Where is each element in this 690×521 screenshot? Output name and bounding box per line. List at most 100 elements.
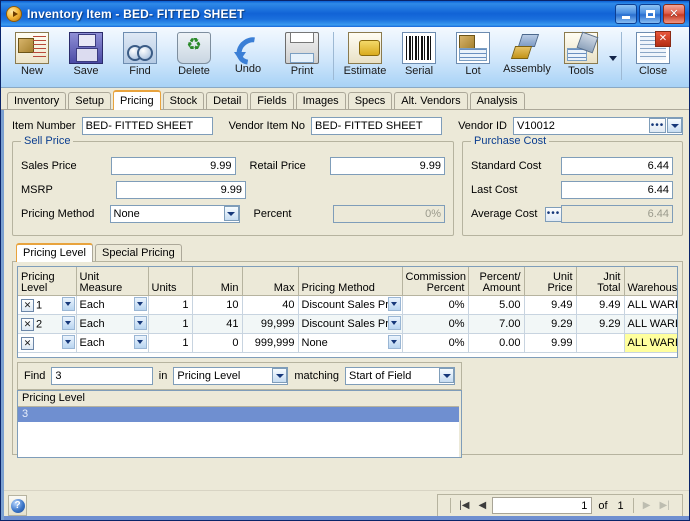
table-row[interactable]: ✕ 1 Each 1 10 40 Discount Sales Pric 0% … — [18, 295, 677, 315]
toolbar-button-tools[interactable]: Tools — [554, 29, 608, 77]
tools-dropdown-arrow-icon[interactable] — [609, 55, 617, 61]
cell-unit-price[interactable]: 9.49 — [524, 295, 577, 315]
last-record-button[interactable]: ▶| — [657, 498, 673, 513]
vendor-id-combo[interactable]: V10012 ••• — [513, 117, 683, 135]
cell-pricing-level[interactable]: ✕ 1 — [18, 295, 77, 315]
cell-unit-total[interactable]: 9.29 — [576, 314, 625, 334]
cell-percent-amount[interactable]: 7.00 — [468, 314, 525, 334]
pricing-level-grid[interactable]: Pricing Level Unit Measure Units Min Max… — [17, 266, 678, 358]
chevron-down-icon[interactable] — [387, 297, 401, 311]
cell-commission-percent[interactable]: 0% — [402, 295, 469, 315]
last-cost-input[interactable]: 6.44 — [561, 181, 673, 199]
toolbar-button-delete[interactable]: Delete — [167, 29, 221, 77]
cell-pricing-level[interactable]: ✕ 2 — [18, 314, 77, 334]
item-number-input[interactable]: BED- FITTED SHEET — [81, 117, 213, 135]
tab-pricing[interactable]: Pricing — [113, 90, 161, 110]
tab-specs[interactable]: Specs — [347, 92, 393, 109]
col-pricing-method[interactable]: Pricing Method — [298, 267, 403, 296]
cell-pricing-method[interactable]: Discount Sales Pric — [298, 314, 403, 334]
chevron-down-icon[interactable] — [387, 316, 401, 330]
toolbar-button-estimate[interactable]: Estimate — [338, 29, 392, 77]
cell-warehouse-active[interactable]: ALL WARE — [624, 333, 677, 353]
col-unit-price[interactable]: Unit Price — [524, 267, 577, 296]
tab-fields[interactable]: Fields — [250, 92, 294, 109]
find-field-combo[interactable]: Pricing Level — [173, 367, 289, 385]
msrp-input[interactable]: 9.99 — [116, 181, 246, 199]
cell-pricing-method[interactable]: None — [298, 333, 403, 353]
col-units[interactable]: Units — [148, 267, 193, 296]
cell-warehouse[interactable]: ALL WARE — [624, 295, 677, 315]
toolbar-button-find[interactable]: Find — [113, 29, 167, 77]
delete-row-button[interactable]: ✕ — [21, 317, 34, 331]
find-match-combo[interactable]: Start of Field — [345, 367, 455, 385]
cell-units[interactable]: 1 — [148, 295, 193, 315]
record-number-input[interactable]: 1 — [492, 497, 593, 514]
chevron-down-icon[interactable] — [133, 316, 147, 330]
toolbar-button-undo[interactable]: Undo — [221, 29, 275, 75]
cell-unit-measure[interactable]: Each — [76, 314, 149, 334]
vendor-item-no-input[interactable]: BED- FITTED SHEET — [311, 117, 443, 135]
cell-unit-price[interactable]: 9.99 — [524, 333, 577, 353]
col-min[interactable]: Min — [192, 267, 243, 296]
cell-pricing-level[interactable]: ✕ — [18, 333, 77, 353]
close-button[interactable]: ✕ — [663, 4, 685, 24]
chevron-down-icon[interactable] — [133, 335, 147, 349]
cell-unit-price[interactable]: 9.29 — [524, 314, 577, 334]
tab-inventory[interactable]: Inventory — [7, 92, 67, 109]
cell-unit-measure[interactable]: Each — [76, 295, 149, 315]
col-percent-amount[interactable]: Percent/ Amount — [468, 267, 525, 296]
chevron-down-icon[interactable] — [61, 316, 75, 330]
cell-percent-amount[interactable]: 5.00 — [468, 295, 525, 315]
table-row[interactable]: ✕ Each 1 0 999,999 None 0% 0.00 9.99 ALL… — [18, 333, 677, 353]
cell-min[interactable]: 41 — [192, 314, 243, 334]
help-question-icon[interactable]: ? — [8, 495, 27, 516]
retail-price-input[interactable]: 9.99 — [330, 157, 445, 175]
standard-cost-input[interactable]: 6.44 — [561, 157, 673, 175]
cell-max[interactable]: 999,999 — [242, 333, 299, 353]
cell-max[interactable]: 99,999 — [242, 314, 299, 334]
pricing-method-combo[interactable]: None — [109, 205, 240, 223]
chevron-down-icon[interactable] — [61, 297, 75, 311]
cell-commission-percent[interactable]: 0% — [402, 314, 469, 334]
find-input[interactable]: 3 — [51, 367, 153, 385]
find-field-value[interactable]: Pricing Level — [173, 367, 289, 385]
find-results-dropdown[interactable]: Pricing Level 3 — [17, 390, 462, 458]
col-warehouse[interactable]: Warehouse — [624, 267, 677, 296]
toolbar-button-new[interactable]: New — [5, 29, 59, 77]
sub-tab-special-pricing[interactable]: Special Pricing — [94, 244, 182, 261]
chevron-down-icon[interactable] — [61, 335, 75, 349]
cell-warehouse[interactable]: ALL WARE — [624, 314, 677, 334]
toolbar-button-serial[interactable]: Serial — [392, 29, 446, 77]
tab-analysis[interactable]: Analysis — [469, 92, 525, 109]
toolbar-button-close[interactable]: Close — [626, 29, 680, 77]
cell-min[interactable]: 10 — [192, 295, 243, 315]
maximize-button[interactable] — [639, 4, 661, 24]
chevron-down-icon[interactable] — [223, 206, 239, 221]
tab-alt-vendors[interactable]: Alt. Vendors — [394, 92, 468, 109]
chevron-down-icon[interactable] — [439, 368, 454, 383]
first-record-button[interactable]: |◀ — [456, 498, 472, 513]
sub-tab-pricing-level[interactable]: Pricing Level — [16, 243, 93, 262]
col-pricing-level[interactable]: Pricing Level — [18, 267, 77, 296]
cell-unit-measure[interactable]: Each — [76, 333, 149, 353]
toolbar-button-lot[interactable]: Lot — [446, 29, 500, 77]
toolbar-button-assembly[interactable]: Assembly — [500, 29, 554, 75]
cell-units[interactable]: 1 — [148, 314, 193, 334]
col-commission-percent[interactable]: Commission Percent — [402, 267, 469, 296]
col-unit-total[interactable]: Jnit Total — [576, 267, 625, 296]
list-item[interactable]: 3 — [18, 407, 461, 422]
find-results-scrollbar[interactable] — [459, 391, 461, 457]
cell-max[interactable]: 40 — [242, 295, 299, 315]
minimize-button[interactable] — [615, 4, 637, 24]
pricing-method-value[interactable]: None — [109, 205, 240, 223]
col-max[interactable]: Max — [242, 267, 299, 296]
tab-setup[interactable]: Setup — [68, 92, 111, 109]
cell-unit-total[interactable]: 9.49 — [576, 295, 625, 315]
cell-units[interactable]: 1 — [148, 333, 193, 353]
cell-unit-total[interactable] — [576, 333, 625, 353]
cell-commission-percent[interactable]: 0% — [402, 333, 469, 353]
col-unit-measure[interactable]: Unit Measure — [76, 267, 149, 296]
previous-record-button[interactable]: ◀ — [474, 498, 490, 513]
delete-row-button[interactable]: ✕ — [21, 336, 34, 350]
tab-detail[interactable]: Detail — [206, 92, 249, 109]
